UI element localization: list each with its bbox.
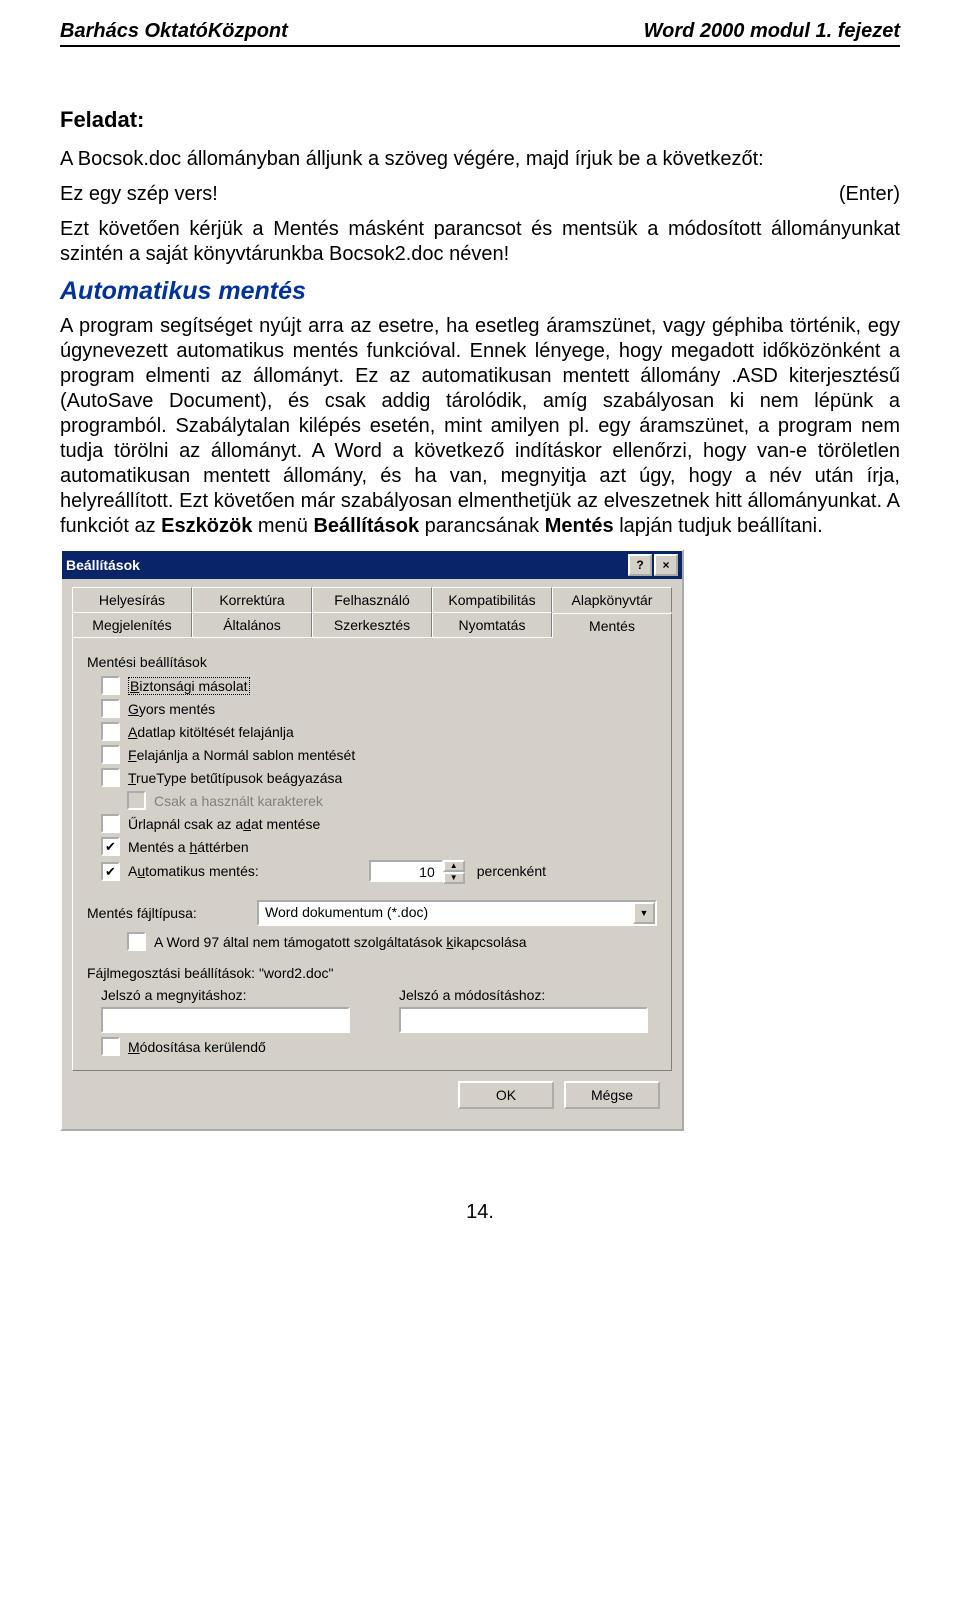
page-number: 14. (60, 1201, 900, 1224)
task-paragraph-2: Ez egy szép vers! (Enter) (60, 182, 900, 207)
filetype-value: Word dokumentum (*.doc) (259, 902, 633, 924)
tab-save[interactable]: Mentés (552, 613, 672, 638)
header-left: Barhács OktatóKözpont (60, 20, 288, 43)
tab-row-1: Helyesírás Korrektúra Felhasználó Kompat… (72, 587, 672, 612)
header-right: Word 2000 modul 1. fejezet (644, 20, 900, 43)
dialog-title: Beállítások (66, 557, 626, 573)
check-background-save[interactable]: ✔ Mentés a háttérben (101, 837, 657, 856)
check-save-form-data[interactable]: Űrlapnál csak az adat mentése (101, 814, 657, 833)
checkbox-icon (101, 722, 120, 741)
page-header: Barhács OktatóKözpont Word 2000 modul 1.… (60, 20, 900, 47)
check-prompt-normal[interactable]: Felajánlja a Normál sablon mentését (101, 745, 657, 764)
tab-edit[interactable]: Szerkesztés (312, 612, 432, 637)
chevron-down-icon[interactable]: ▼ (633, 902, 655, 924)
password-open-field: Jelszó a megnyitáshoz: (101, 987, 359, 1033)
tab-general[interactable]: Általános (192, 612, 312, 637)
autosave-interval-input[interactable]: 10 (369, 860, 443, 882)
dialog-titlebar: Beállítások ? × (62, 551, 682, 579)
autosave-interval-spinner[interactable]: 10 ▲ ▼ (369, 860, 465, 882)
cancel-button[interactable]: Mégse (564, 1081, 660, 1109)
section-title: Automatikus mentés (60, 277, 900, 306)
checkbox-icon: ✔ (101, 837, 120, 856)
tab-row-2: Megjelenítés Általános Szerkesztés Nyomt… (72, 612, 672, 637)
check-prompt-properties[interactable]: Adatlap kitöltését felajánlja (101, 722, 657, 741)
check-readonly-recommended[interactable]: Módosítása kerülendő (101, 1037, 657, 1056)
settings-dialog: Beállítások ? × Helyesírás Korrektúra Fe… (60, 549, 684, 1131)
help-button[interactable]: ? (628, 554, 652, 576)
tab-spellcheck[interactable]: Helyesírás (72, 587, 192, 612)
password-open-input[interactable] (101, 1007, 350, 1033)
checkbox-icon: ✔ (101, 862, 120, 881)
group-save-settings: Mentési beállítások (87, 654, 657, 670)
task-heading: Feladat: (60, 107, 900, 133)
password-modify-field: Jelszó a módosításhoz: (399, 987, 657, 1033)
task-enter-hint: (Enter) (839, 182, 900, 207)
tab-panel-save: Mentési beállítások Biztonsági másolat G… (72, 637, 672, 1071)
check-only-used-chars: Csak a használt karakterek (127, 791, 657, 810)
tab-compat[interactable]: Kompatibilitás (432, 587, 552, 612)
tab-proofing[interactable]: Korrektúra (192, 587, 312, 612)
spinner-up-icon[interactable]: ▲ (443, 860, 465, 872)
checkbox-icon (127, 932, 146, 951)
checkbox-icon (127, 791, 146, 810)
task-paragraph-3: Ezt követően kérjük a Mentés másként par… (60, 217, 900, 267)
task-line: Ez egy szép vers! (60, 182, 218, 207)
tab-user[interactable]: Felhasználó (312, 587, 432, 612)
checkbox-icon (101, 814, 120, 833)
check-backup-copy[interactable]: Biztonsági másolat (101, 676, 657, 695)
checkbox-icon (101, 1037, 120, 1056)
close-button[interactable]: × (654, 554, 678, 576)
tab-basedir[interactable]: Alapkönyvtár (552, 587, 672, 612)
checkbox-icon (101, 745, 120, 764)
check-autosave[interactable]: ✔ Automatikus mentés: 10 ▲ ▼ percenként (101, 860, 657, 882)
filetype-row: Mentés fájltípusa: Word dokumentum (*.do… (87, 900, 657, 926)
section-body: A program segítséget nyújt arra az esetr… (60, 314, 900, 539)
checkbox-icon (101, 676, 120, 695)
checkbox-icon (101, 768, 120, 787)
checkbox-icon (101, 699, 120, 718)
check-embed-truetype[interactable]: TrueType betűtípusok beágyazása (101, 768, 657, 787)
check-fast-save[interactable]: Gyors mentés (101, 699, 657, 718)
task-paragraph-1: A Bocsok.doc állományban álljunk a szöve… (60, 147, 900, 172)
filetype-dropdown[interactable]: Word dokumentum (*.doc) ▼ (257, 900, 657, 926)
tab-print[interactable]: Nyomtatás (432, 612, 552, 637)
group-file-sharing: Fájlmegosztási beállítások: "word2.doc" (87, 965, 657, 981)
autosave-suffix: percenként (477, 863, 546, 879)
check-disable-w97-features[interactable]: A Word 97 által nem támogatott szolgálta… (127, 932, 657, 951)
ok-button[interactable]: OK (458, 1081, 554, 1109)
password-modify-input[interactable] (399, 1007, 648, 1033)
tab-display[interactable]: Megjelenítés (72, 612, 192, 637)
spinner-down-icon[interactable]: ▼ (443, 872, 465, 884)
